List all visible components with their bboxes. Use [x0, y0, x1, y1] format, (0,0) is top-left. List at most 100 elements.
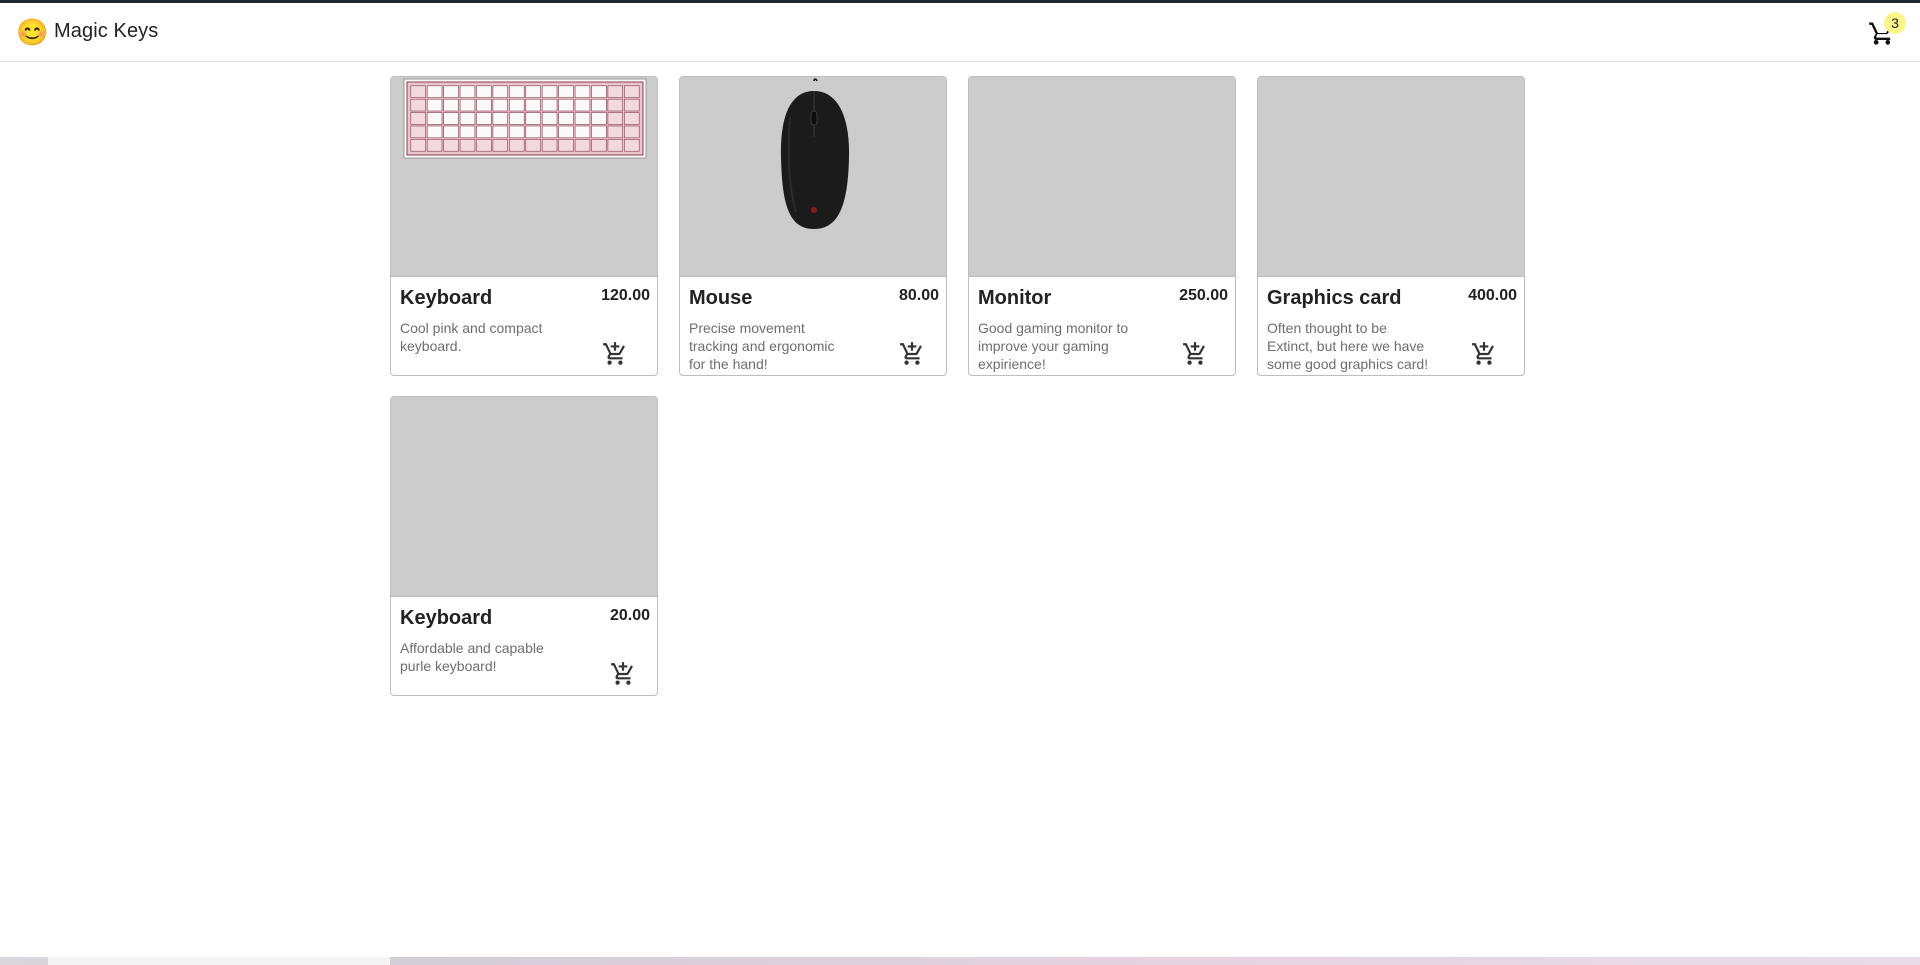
keycap [574, 98, 591, 112]
keycap [591, 98, 607, 112]
keycap [410, 112, 426, 125]
keycap [541, 139, 558, 152]
keycap [443, 112, 459, 125]
keycap [624, 112, 640, 125]
product-card: Graphics card 400.00 Often thought to be… [1257, 76, 1525, 376]
add-to-cart-icon [1183, 342, 1205, 365]
taskbar-search-box[interactable] [48, 957, 390, 965]
product-description: Precise movement tracking and ergonomic … [689, 320, 835, 372]
keycap [476, 139, 492, 152]
add-to-cart-button[interactable] [610, 661, 636, 687]
add-to-cart-button[interactable] [1182, 341, 1208, 367]
keycap [591, 112, 607, 125]
product-name: Monitor [978, 287, 1052, 309]
product-price: 120.00 [601, 287, 650, 304]
keycap [624, 125, 640, 139]
product-name: Keyboard [400, 287, 493, 309]
keycap [541, 112, 558, 125]
product-description: Often thought to be Extinct, but here we… [1267, 320, 1429, 372]
keycap [591, 85, 607, 98]
keycap [574, 112, 591, 125]
product-card: Mouse 80.00 Precise movement tracking an… [679, 76, 947, 376]
cart-count-badge: 3 [1884, 12, 1906, 34]
keycap [476, 98, 492, 112]
keycap [509, 125, 525, 139]
keycap [459, 125, 476, 139]
keycap [607, 139, 623, 152]
product-image-placeholder [391, 397, 657, 597]
keycap [410, 139, 426, 152]
keycap [509, 98, 525, 112]
keycap [525, 85, 541, 98]
keycap [607, 125, 623, 139]
keycap [558, 125, 574, 139]
keycap [558, 139, 574, 152]
pink-compact-keyboard-image [403, 78, 647, 159]
keycap [624, 85, 640, 98]
keycap [591, 139, 607, 152]
add-to-cart-icon [1472, 342, 1494, 365]
add-to-cart-icon [611, 662, 633, 685]
product-image [680, 77, 946, 277]
smiley-face-icon: 😊 [16, 17, 49, 47]
keycap [574, 85, 591, 98]
keycap [443, 139, 459, 152]
keycap [624, 139, 640, 152]
keycap [525, 139, 541, 152]
app-header: 😊 Magic Keys 3 [0, 3, 1920, 62]
keycap [509, 139, 525, 152]
product-price: 250.00 [1179, 287, 1228, 304]
black-gaming-mouse-image [780, 78, 850, 229]
keycap [443, 125, 459, 139]
add-to-cart-button[interactable] [602, 341, 628, 367]
keycap [492, 112, 509, 125]
keycap [459, 139, 476, 152]
keycap [426, 85, 443, 98]
keycap [509, 85, 525, 98]
keycap [426, 98, 443, 112]
keycap [541, 125, 558, 139]
keycap [410, 125, 426, 139]
keycap [492, 85, 509, 98]
product-description: Affordable and capable purle keyboard! [400, 640, 544, 674]
keycap [509, 112, 525, 125]
keycap [476, 85, 492, 98]
keycap [476, 125, 492, 139]
product-name: Keyboard [400, 607, 493, 629]
product-name: Graphics card [1267, 287, 1402, 309]
keycap [459, 85, 476, 98]
keycap [607, 98, 623, 112]
add-to-cart-button[interactable] [899, 341, 925, 367]
keycap [574, 139, 591, 152]
keycap [426, 125, 443, 139]
keycap [607, 85, 623, 98]
product-name: Mouse [689, 287, 753, 309]
keycap [541, 85, 558, 98]
product-image [391, 77, 657, 277]
keycap [426, 139, 443, 152]
keycap [558, 98, 574, 112]
keycap [410, 85, 426, 98]
keycap [541, 98, 558, 112]
keycap [591, 125, 607, 139]
keycap [574, 125, 591, 139]
keycap [558, 112, 574, 125]
keycap [410, 98, 426, 112]
product-description: Good gaming monitor to improve your gami… [978, 320, 1129, 372]
keycap [476, 112, 492, 125]
product-card: Keyboard 120.00 Cool pink and compact ke… [390, 76, 658, 376]
keycap [558, 85, 574, 98]
product-card: Monitor 250.00 Good gaming monitor to im… [968, 76, 1236, 376]
keycap [607, 112, 623, 125]
keycap [525, 98, 541, 112]
keycap [426, 112, 443, 125]
product-price: 80.00 [898, 287, 939, 304]
keycap [525, 125, 541, 139]
keycap [492, 98, 509, 112]
add-to-cart-button[interactable] [1471, 341, 1497, 367]
keycap [525, 112, 541, 125]
add-to-cart-icon [603, 342, 625, 365]
product-image-placeholder [969, 77, 1235, 277]
keycap [459, 112, 476, 125]
product-description: Cool pink and compact keyboard. [400, 320, 543, 354]
